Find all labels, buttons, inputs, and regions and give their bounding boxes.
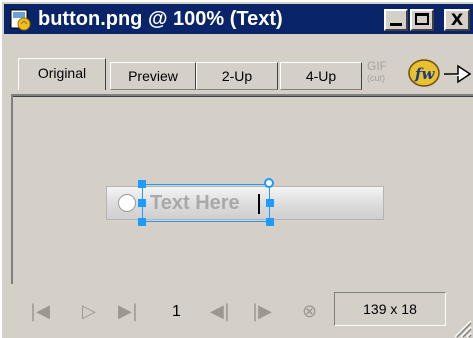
fireworks-logo-icon[interactable]: fw xyxy=(407,58,445,88)
tab-preview[interactable]: Preview xyxy=(110,62,196,90)
fireworks-document-icon xyxy=(10,9,31,31)
resize-handle-top-left[interactable] xyxy=(138,180,146,188)
close-button[interactable]: X xyxy=(444,9,470,31)
maximize-icon xyxy=(415,13,429,25)
export-arrow-icon[interactable] xyxy=(442,60,472,86)
tab-original[interactable]: Original xyxy=(18,58,106,90)
rotate-handle[interactable] xyxy=(264,178,274,188)
window-title: button.png @ 100% (Text) xyxy=(38,8,283,30)
format-name: GIF xyxy=(367,59,387,73)
resize-handle-left[interactable] xyxy=(138,199,146,207)
export-format-label: GIF (cut) xyxy=(367,60,407,84)
resize-handle-bottom-left[interactable] xyxy=(138,218,146,226)
tab-2-up[interactable]: 2-Up xyxy=(196,62,278,90)
svg-text:fw: fw xyxy=(414,65,435,83)
minimize-icon xyxy=(390,23,402,26)
image-size-readout: 139 x 18 xyxy=(334,292,446,326)
text-selection-box[interactable] xyxy=(142,184,270,222)
next-frame-icon[interactable]: |▶ xyxy=(252,302,272,322)
frame-number: 1 xyxy=(172,303,181,320)
last-frame-icon[interactable]: ▶| xyxy=(118,302,138,322)
prev-frame-icon[interactable]: ◀| xyxy=(210,302,230,322)
maximize-button[interactable] xyxy=(410,9,434,31)
resize-handle-bottom-right[interactable] xyxy=(266,218,274,226)
tab-4-up[interactable]: 4-Up xyxy=(280,62,362,90)
first-frame-icon[interactable]: |◀ xyxy=(30,302,50,322)
minimize-button[interactable] xyxy=(384,9,408,31)
format-sub: (cut) xyxy=(367,73,385,83)
play-icon[interactable]: ▷ xyxy=(82,302,96,322)
resize-handle-top-right[interactable] xyxy=(266,199,274,207)
title-bar[interactable]: button.png @ 100% (Text) X xyxy=(4,4,473,34)
stop-icon[interactable]: ⊗ xyxy=(302,302,317,322)
resize-grip-icon[interactable] xyxy=(452,318,472,338)
button-circle-shape xyxy=(118,194,136,212)
